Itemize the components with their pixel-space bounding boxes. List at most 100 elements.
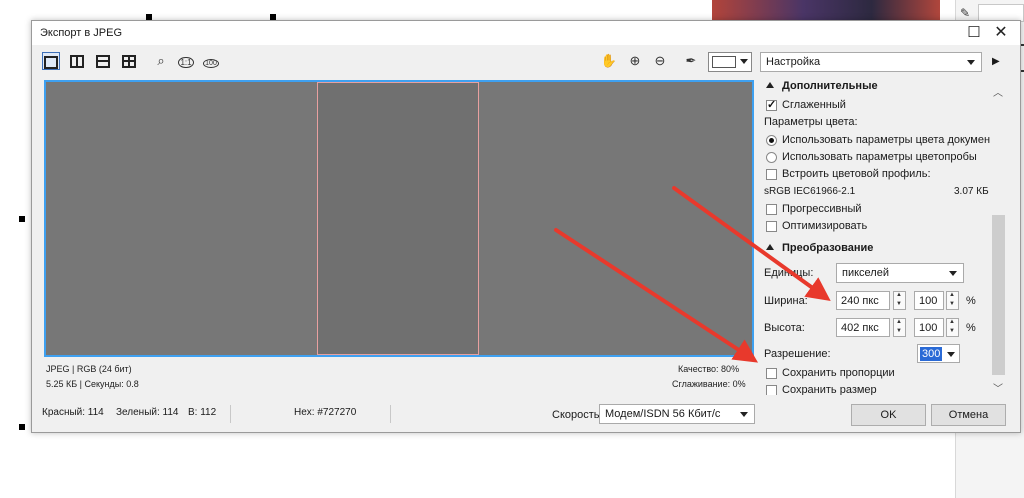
close-button[interactable]: ✕ — [987, 23, 1015, 43]
zoom-1-1-icon: 1:1 — [178, 57, 194, 68]
progressive-label: Прогрессивный — [782, 203, 862, 215]
eyedropper-icon: ✒ — [685, 53, 697, 68]
embed-profile-label: Встроить цветовой профиль: — [782, 168, 931, 180]
optimize-label: Оптимизировать — [782, 220, 868, 232]
speed-value: Модем/ISDN 56 Кбит/с — [605, 408, 721, 420]
chevron-right-icon[interactable]: ▶ — [992, 56, 1000, 67]
height-percent-input[interactable]: 100 — [914, 318, 944, 337]
zoom-out-icon: ⊖ — [654, 53, 666, 68]
title-bar: Экспорт в JPEG ☐ ✕ — [32, 21, 1020, 45]
chevron-down-icon[interactable]: ﹀ — [993, 380, 1003, 395]
width-percent-stepper[interactable] — [946, 291, 959, 310]
use-doc-colors-label: Использовать параметры цвета документа — [782, 134, 1002, 146]
resolution-select[interactable]: 300 — [917, 344, 960, 363]
status-bar: Красный: 114 Зеленый: 114 В: 112 Hex: #7… — [32, 399, 1020, 433]
preset-value: Настройка — [766, 56, 821, 68]
zoom-fit-button[interactable]: ⌕ — [152, 52, 170, 70]
percent-sign: % — [966, 322, 976, 334]
use-doc-colors-radio[interactable] — [766, 135, 777, 146]
split-vertical-icon — [70, 55, 84, 69]
embed-profile-checkbox[interactable] — [766, 169, 777, 180]
red-value: Красный: 114 — [42, 407, 104, 418]
profile-size: 3.07 КБ — [954, 186, 989, 197]
quad-view-button[interactable] — [120, 52, 138, 70]
percent-sign: % — [966, 295, 976, 307]
background-color-picker[interactable] — [708, 52, 752, 72]
quad-view-icon — [122, 55, 136, 69]
resolution-value: 300 — [920, 347, 943, 361]
section-additional[interactable]: Дополнительные — [766, 80, 878, 92]
format-info: JPEG | RGB (24 бит) — [46, 364, 132, 374]
zoom-1-1-button[interactable]: 1:1 — [177, 52, 195, 70]
resolution-label: Разрешение: — [764, 348, 831, 360]
preset-select[interactable]: Настройка — [760, 52, 982, 72]
keep-size-checkbox[interactable] — [766, 385, 777, 395]
width-stepper[interactable] — [893, 291, 906, 310]
split-vertical-button[interactable] — [68, 52, 86, 70]
cancel-button[interactable]: Отмена — [931, 404, 1006, 426]
green-value: Зеленый: 114 — [116, 407, 179, 418]
selection-handle[interactable] — [19, 216, 25, 222]
zoom-out-button[interactable]: ⊖ — [651, 52, 669, 70]
height-input[interactable]: 402 пкс — [836, 318, 890, 337]
selection-handle[interactable] — [19, 424, 25, 430]
ok-button[interactable]: OK — [851, 404, 926, 426]
progressive-checkbox[interactable] — [766, 204, 777, 215]
antialiased-label: Сглаженный — [782, 99, 846, 111]
chevron-down-icon — [740, 59, 748, 64]
units-label: Единицы: — [764, 267, 814, 279]
blue-value: В: 112 — [188, 407, 217, 418]
background-photo — [712, 0, 940, 22]
speed-label: Скорость: — [552, 409, 603, 421]
preview-area[interactable] — [44, 80, 754, 357]
use-proof-colors-radio[interactable] — [766, 152, 777, 163]
zoom-in-icon: ⊕ — [629, 53, 641, 68]
chevron-down-icon — [967, 60, 975, 65]
zoom-in-button[interactable]: ⊕ — [626, 52, 644, 70]
profile-name: sRGB IEC61966-2.1 — [764, 186, 856, 197]
hex-value: Hex: #727270 — [294, 407, 357, 418]
antialiased-checkbox[interactable] — [766, 98, 777, 111]
maximize-button[interactable]: ☐ — [960, 23, 988, 43]
split-horizontal-button[interactable] — [94, 52, 112, 70]
divider — [390, 405, 391, 423]
properties-scrollbar[interactable]: ︿ ﹀ — [990, 80, 1007, 395]
preview-page — [317, 82, 479, 355]
height-label: Высота: — [764, 322, 805, 334]
single-view-icon — [44, 56, 58, 70]
eyedropper-button[interactable]: ✒ — [682, 52, 700, 70]
split-horizontal-icon — [96, 55, 110, 69]
pan-button[interactable]: ✋ — [600, 52, 618, 70]
dialog-title: Экспорт в JPEG — [40, 27, 123, 39]
chevron-down-icon — [740, 412, 748, 417]
pan-hand-icon: ✋ — [600, 53, 618, 68]
keep-proportions-label: Сохранить пропорции — [782, 367, 895, 379]
speed-select[interactable]: Модем/ISDN 56 Кбит/с — [599, 404, 755, 424]
units-select[interactable]: пикселей — [836, 263, 964, 283]
height-stepper[interactable] — [893, 318, 906, 337]
chevron-up-icon[interactable]: ︿ — [993, 84, 1003, 99]
properties-panel: Дополнительные Сглаженный Параметры цвет… — [760, 80, 1008, 395]
zoom-100-icon: 100 — [203, 59, 219, 68]
color-params-label: Параметры цвета: — [764, 116, 858, 128]
optimize-checkbox[interactable] — [766, 221, 777, 232]
quality-info: Качество: 80% — [678, 364, 740, 374]
export-jpeg-dialog: Экспорт в JPEG ☐ ✕ ⌕ 1:1 100 ✋ ⊕ ⊖ ✒ Нас… — [31, 20, 1021, 433]
color-swatch — [712, 56, 736, 68]
keep-proportions-checkbox[interactable] — [766, 368, 777, 379]
units-value: пикселей — [842, 267, 889, 279]
pen-icon: ✎ — [960, 6, 971, 20]
width-percent-input[interactable]: 100 — [914, 291, 944, 310]
section-transform[interactable]: Преобразование — [766, 242, 873, 254]
single-view-button[interactable] — [42, 52, 60, 70]
width-input[interactable]: 240 пкс — [836, 291, 890, 310]
divider — [230, 405, 231, 423]
width-label: Ширина: — [764, 295, 808, 307]
zoom-100-button[interactable]: 100 — [202, 52, 220, 70]
smoothing-info: Сглаживание: 0% — [672, 379, 746, 389]
keep-size-label: Сохранить размер — [782, 384, 877, 395]
scrollbar-thumb[interactable] — [992, 215, 1005, 375]
height-percent-stepper[interactable] — [946, 318, 959, 337]
use-proof-colors-label: Использовать параметры цветопробы — [782, 151, 977, 163]
chevron-down-icon — [949, 271, 957, 276]
